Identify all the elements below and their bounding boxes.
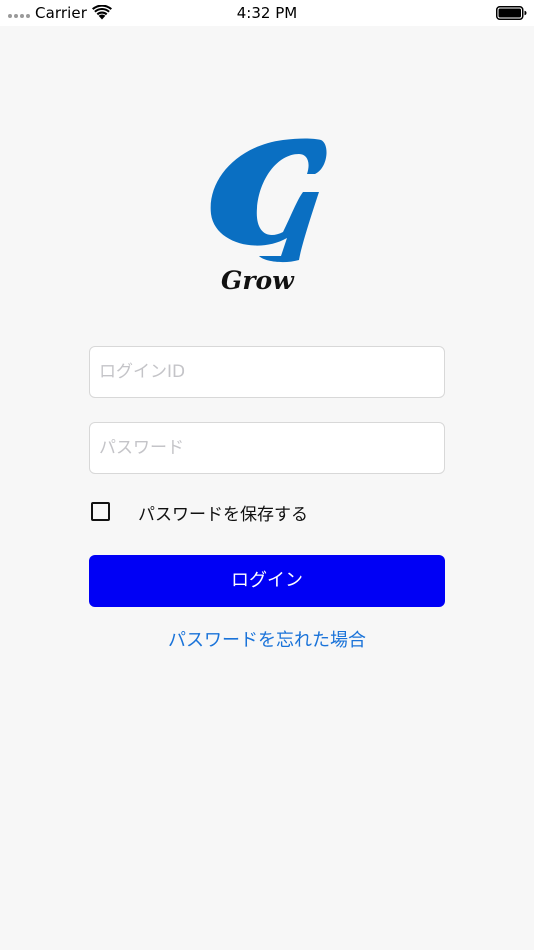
save-password-checkbox[interactable] bbox=[91, 502, 110, 521]
forgot-password-link[interactable]: パスワードを忘れた場合 bbox=[0, 626, 534, 652]
login-screen: Carrier 4:32 PM Grow パスワードを保存する ログイン パスワ… bbox=[0, 0, 534, 950]
status-time: 4:32 PM bbox=[236, 4, 298, 22]
logo-wordmark-text: Grow bbox=[221, 266, 295, 295]
login-id-input[interactable] bbox=[89, 346, 445, 398]
save-password-label[interactable]: パスワードを保存する bbox=[138, 500, 308, 525]
battery-icon bbox=[496, 6, 527, 20]
login-button[interactable]: ログイン bbox=[89, 555, 445, 607]
status-bar: Carrier 4:32 PM bbox=[0, 0, 534, 26]
password-input[interactable] bbox=[89, 422, 445, 474]
grow-wordmark: Grow bbox=[221, 266, 295, 295]
g-logo-icon bbox=[210, 138, 327, 263]
